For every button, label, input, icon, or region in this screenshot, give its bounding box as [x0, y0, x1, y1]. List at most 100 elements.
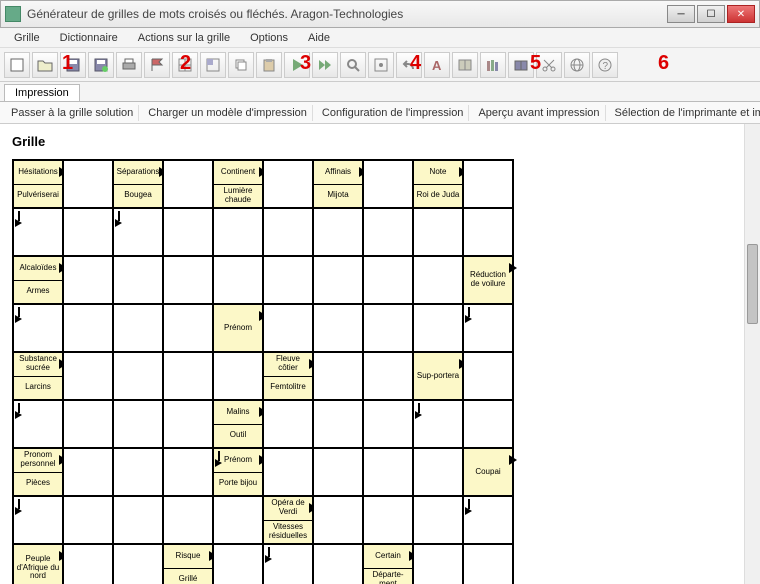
grid-cell[interactable]: [113, 544, 163, 584]
tool-save[interactable]: [60, 52, 86, 78]
grid-cell[interactable]: NoteRoi de Juda: [413, 160, 463, 208]
grid-cell[interactable]: Prénom: [213, 304, 263, 352]
grid-cell[interactable]: [113, 304, 163, 352]
grid-cell[interactable]: [413, 496, 463, 544]
grid-cell[interactable]: [313, 256, 363, 304]
grid-cell[interactable]: SéparationsBougea: [113, 160, 163, 208]
grid-cell[interactable]: [263, 304, 313, 352]
tool-book2[interactable]: [508, 52, 534, 78]
grid-cell[interactable]: [163, 256, 213, 304]
grid-cell[interactable]: [13, 208, 63, 256]
tool-new[interactable]: [4, 52, 30, 78]
tool-books[interactable]: [480, 52, 506, 78]
close-button[interactable]: ✕: [727, 5, 755, 23]
grid-cell[interactable]: [263, 400, 313, 448]
grid-cell[interactable]: [463, 160, 513, 208]
subtool-config[interactable]: Configuration de l'impression: [317, 105, 470, 121]
tool-book[interactable]: [452, 52, 478, 78]
grid-cell[interactable]: AffinaisMijota: [313, 160, 363, 208]
grid-cell[interactable]: CertainDéparte-ment: [363, 544, 413, 584]
grid-cell[interactable]: [363, 400, 413, 448]
grid-cell[interactable]: Sup-portera: [413, 352, 463, 400]
grid-cell[interactable]: [313, 400, 363, 448]
grid-cell[interactable]: [63, 448, 113, 496]
grid-cell[interactable]: [163, 496, 213, 544]
tool-zoom[interactable]: [340, 52, 366, 78]
crossword-grid[interactable]: HésitationsPulvériseraiSéparationsBougea…: [12, 159, 514, 584]
grid-cell[interactable]: [63, 160, 113, 208]
grid-cell[interactable]: [13, 304, 63, 352]
grid-cell[interactable]: Coupai: [463, 448, 513, 496]
grid-cell[interactable]: [263, 160, 313, 208]
grid-cell[interactable]: [63, 496, 113, 544]
subtool-preview[interactable]: Aperçu avant impression: [473, 105, 605, 121]
grid-cell[interactable]: PrénomPorte bijou: [213, 448, 263, 496]
grid-cell[interactable]: [263, 256, 313, 304]
grid-cell[interactable]: [163, 448, 213, 496]
grid-cell[interactable]: [213, 352, 263, 400]
tool-copy[interactable]: [228, 52, 254, 78]
grid-cell[interactable]: [313, 352, 363, 400]
grid-cell[interactable]: [463, 208, 513, 256]
grid-cell[interactable]: [263, 448, 313, 496]
grid-cell[interactable]: [313, 448, 363, 496]
menu-options[interactable]: Options: [242, 30, 296, 46]
tool-grid1[interactable]: [172, 52, 198, 78]
tool-grid2[interactable]: [200, 52, 226, 78]
grid-cell[interactable]: [13, 496, 63, 544]
grid-cell[interactable]: [163, 208, 213, 256]
grid-cell[interactable]: [213, 208, 263, 256]
tool-center[interactable]: [368, 52, 394, 78]
grid-cell[interactable]: [63, 544, 113, 584]
grid-cell[interactable]: RisqueGrillé: [163, 544, 213, 584]
grid-cell[interactable]: MalinsOutil: [213, 400, 263, 448]
grid-cell[interactable]: [163, 160, 213, 208]
tool-letter[interactable]: A: [424, 52, 450, 78]
tool-help[interactable]: ?: [592, 52, 618, 78]
grid-cell[interactable]: [363, 160, 413, 208]
grid-cell[interactable]: [413, 544, 463, 584]
grid-cell[interactable]: [213, 496, 263, 544]
subtool-load-model[interactable]: Charger un modèle d'impression: [143, 105, 313, 121]
grid-cell[interactable]: [313, 496, 363, 544]
grid-cell[interactable]: [13, 400, 63, 448]
menu-grille[interactable]: Grille: [6, 30, 48, 46]
grid-cell[interactable]: ContinentLumière chaude: [213, 160, 263, 208]
grid-cell[interactable]: [363, 352, 413, 400]
grid-cell[interactable]: [163, 304, 213, 352]
grid-cell[interactable]: Peuple d'Afrique du nord: [13, 544, 63, 584]
grid-cell[interactable]: Pronom personnelPièces: [13, 448, 63, 496]
grid-cell[interactable]: [413, 400, 463, 448]
grid-cell[interactable]: [413, 208, 463, 256]
menu-dictionnaire[interactable]: Dictionnaire: [52, 30, 126, 46]
grid-cell[interactable]: [63, 256, 113, 304]
grid-cell[interactable]: [113, 496, 163, 544]
grid-cell[interactable]: [313, 304, 363, 352]
grid-cell[interactable]: [313, 544, 363, 584]
tool-ff[interactable]: [312, 52, 338, 78]
grid-cell[interactable]: [63, 304, 113, 352]
grid-cell[interactable]: [113, 400, 163, 448]
tool-undo[interactable]: [396, 52, 422, 78]
grid-cell[interactable]: [263, 208, 313, 256]
grid-cell[interactable]: [263, 544, 313, 584]
subtool-solution[interactable]: Passer à la grille solution: [6, 105, 139, 121]
grid-cell[interactable]: [363, 256, 413, 304]
grid-cell[interactable]: AlcaloïdesArmes: [13, 256, 63, 304]
grid-cell[interactable]: [213, 544, 263, 584]
grid-cell[interactable]: [213, 256, 263, 304]
tool-print[interactable]: [116, 52, 142, 78]
tool-play[interactable]: [284, 52, 310, 78]
grid-cell[interactable]: [463, 496, 513, 544]
grid-cell[interactable]: [463, 304, 513, 352]
grid-cell[interactable]: [463, 400, 513, 448]
subtool-print-select[interactable]: Sélection de l'imprimante et impression: [610, 105, 760, 121]
grid-cell[interactable]: [463, 352, 513, 400]
grid-cell[interactable]: [313, 208, 363, 256]
menu-actions[interactable]: Actions sur la grille: [130, 30, 238, 46]
grid-cell[interactable]: [63, 208, 113, 256]
grid-cell[interactable]: [363, 448, 413, 496]
menu-aide[interactable]: Aide: [300, 30, 338, 46]
tool-open[interactable]: [32, 52, 58, 78]
tool-web[interactable]: [564, 52, 590, 78]
